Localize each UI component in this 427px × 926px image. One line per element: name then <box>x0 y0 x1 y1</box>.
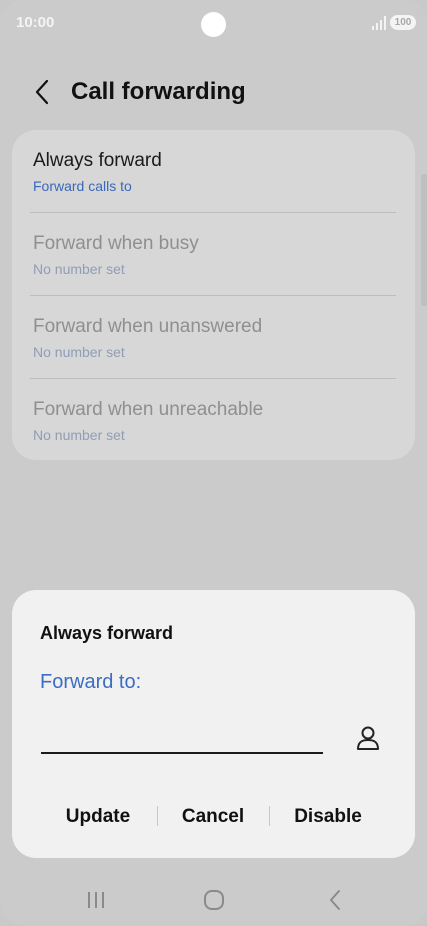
back-button[interactable] <box>28 76 56 108</box>
action-separator <box>157 806 158 826</box>
recent-apps-icon <box>88 892 104 908</box>
option-subtitle: No number set <box>33 427 125 443</box>
forward-number-input[interactable] <box>41 712 323 754</box>
phone-screen: 10:00 100 Call forwarding Always forward… <box>0 0 427 926</box>
option-subtitle: No number set <box>33 261 125 277</box>
dialog-actions: Update Cancel Disable <box>12 796 415 836</box>
home-icon <box>204 890 224 910</box>
option-forward-when-unanswered[interactable]: Forward when unanswered No number set <box>33 296 395 378</box>
forwarding-options-list: Always forward Forward calls to Forward … <box>12 130 415 460</box>
camera-cutout <box>201 12 226 37</box>
option-forward-when-unreachable[interactable]: Forward when unreachable No number set <box>33 379 395 461</box>
option-subtitle: Forward calls to <box>33 178 132 194</box>
status-time: 10:00 <box>16 14 55 31</box>
person-icon <box>357 726 379 750</box>
home-button[interactable] <box>192 882 236 918</box>
cancel-button[interactable]: Cancel <box>163 796 263 836</box>
option-subtitle: No number set <box>33 344 125 360</box>
navigation-bar <box>0 874 427 926</box>
contacts-button[interactable] <box>352 722 384 754</box>
option-title: Always forward <box>33 150 162 171</box>
disable-button[interactable]: Disable <box>278 796 378 836</box>
option-always-forward[interactable]: Always forward Forward calls to <box>33 130 395 212</box>
page-title: Call forwarding <box>71 78 246 105</box>
scrollbar[interactable] <box>421 174 427 306</box>
option-forward-when-busy[interactable]: Forward when busy No number set <box>33 213 395 295</box>
recent-apps-button[interactable] <box>74 882 118 918</box>
action-separator <box>269 806 270 826</box>
battery-icon: 100 <box>390 15 416 30</box>
dialog-title: Always forward <box>40 623 174 643</box>
signal-icon <box>372 16 386 30</box>
status-bar: 10:00 100 <box>0 0 427 48</box>
option-title: Forward when busy <box>33 233 199 254</box>
nav-back-button[interactable] <box>313 882 357 918</box>
back-icon <box>330 890 340 910</box>
forward-dialog: Always forward Forward to: Update Cancel… <box>12 590 415 858</box>
option-title: Forward when unanswered <box>33 316 263 337</box>
update-button[interactable]: Update <box>48 796 148 836</box>
forward-to-label: Forward to: <box>40 671 142 693</box>
chevron-left-icon <box>35 79 49 105</box>
option-title: Forward when unreachable <box>33 399 264 420</box>
